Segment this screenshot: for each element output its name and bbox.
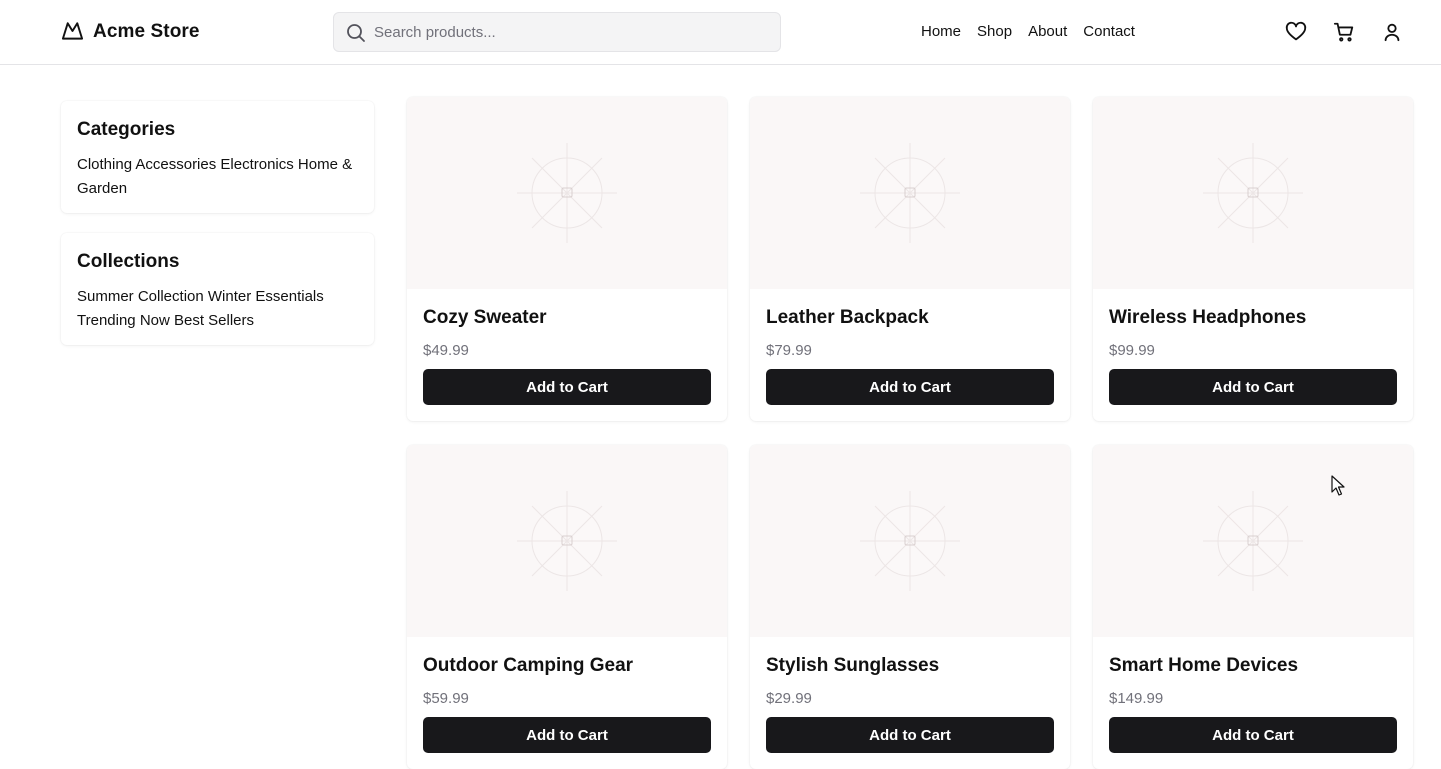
add-to-cart-button[interactable]: Add to Cart [766,369,1054,405]
nav-contact-link[interactable]: Contact [1083,22,1135,42]
image-placeholder-icon [1203,143,1303,243]
product-image-placeholder [407,445,727,637]
product-price: $59.99 [423,690,469,707]
product-image-placeholder [750,445,1070,637]
nav-about-link[interactable]: About [1028,22,1067,42]
add-to-cart-button[interactable]: Add to Cart [423,717,711,753]
product-name[interactable]: Cozy Sweater [423,307,547,329]
add-to-cart-button[interactable]: Add to Cart [766,717,1054,753]
nav-home-link[interactable]: Home [921,22,961,42]
heart-icon[interactable] [1285,21,1307,43]
product-name[interactable]: Smart Home Devices [1109,655,1298,677]
add-to-cart-button[interactable]: Add to Cart [423,369,711,405]
main-nav: Home Shop About Contact [921,22,1135,42]
product-card: Cozy Sweater $49.99 Add to Cart [407,97,727,421]
image-placeholder-icon [1203,491,1303,591]
product-name[interactable]: Stylish Sunglasses [766,655,939,677]
add-to-cart-button[interactable]: Add to Cart [1109,717,1397,753]
image-placeholder-icon [517,143,617,243]
brand-name: Acme Store [93,21,200,42]
search-icon [346,23,366,43]
product-image-placeholder [407,97,727,289]
mouse-cursor-icon [1331,475,1345,496]
product-card: Leather Backpack $79.99 Add to Cart [750,97,1070,421]
image-placeholder-icon [517,491,617,591]
collections-card: Collections Summer Collection Winter Ess… [61,233,374,345]
product-price: $99.99 [1109,342,1155,359]
nav-shop-link[interactable]: Shop [977,22,1012,42]
search-input[interactable] [374,13,774,51]
product-price: $79.99 [766,342,812,359]
product-name[interactable]: Outdoor Camping Gear [423,655,633,677]
categories-list[interactable]: Clothing Accessories Electronics Home & … [77,153,358,201]
product-name[interactable]: Leather Backpack [766,307,929,329]
product-image-placeholder [1093,445,1413,637]
product-card: Stylish Sunglasses $29.99 Add to Cart [750,445,1070,769]
image-placeholder-icon [860,143,960,243]
add-to-cart-button[interactable]: Add to Cart [1109,369,1397,405]
product-card: Wireless Headphones $99.99 Add to Cart [1093,97,1413,421]
product-price: $29.99 [766,690,812,707]
product-image-placeholder [750,97,1070,289]
cart-icon[interactable] [1333,21,1355,43]
categories-title: Categories [77,119,176,140]
user-icon[interactable] [1381,21,1403,43]
product-price: $49.99 [423,342,469,359]
product-name[interactable]: Wireless Headphones [1109,307,1306,329]
image-placeholder-icon [860,491,960,591]
search-bar [333,12,781,52]
collections-list[interactable]: Summer Collection Winter Essentials Tren… [77,285,358,333]
product-price: $149.99 [1109,690,1164,707]
product-card: Outdoor Camping Gear $59.99 Add to Cart [407,445,727,769]
product-card: Smart Home Devices $149.99 Add to Cart [1093,445,1413,769]
mountain-logo-icon [61,19,84,46]
brand-logo[interactable]: Acme Store [61,19,200,45]
categories-card: Categories Clothing Accessories Electron… [61,101,374,213]
product-image-placeholder [1093,97,1413,289]
site-header: Acme Store Home Shop About Contact [0,0,1441,65]
collections-title: Collections [77,251,180,272]
